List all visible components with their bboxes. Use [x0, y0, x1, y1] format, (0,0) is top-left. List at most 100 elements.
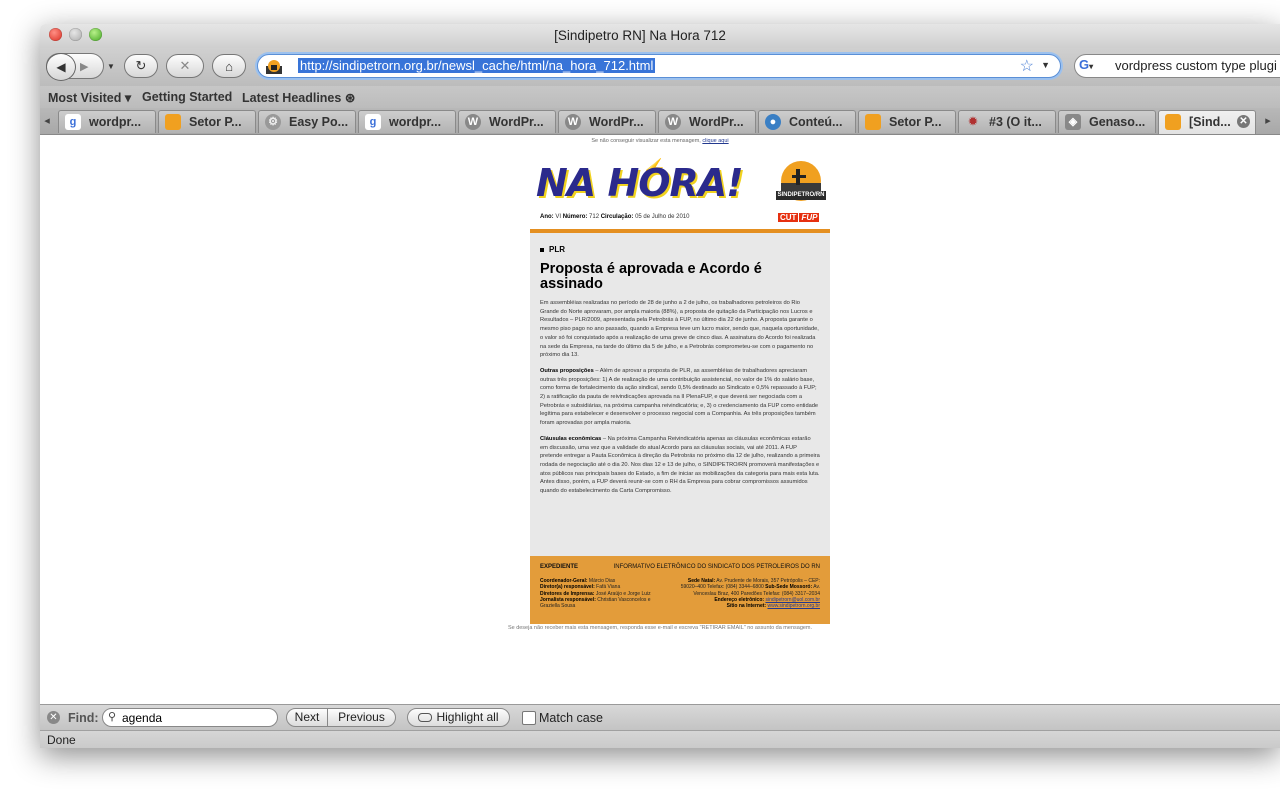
fup-logo: FUP	[799, 213, 820, 222]
view-online-link[interactable]: clique aqui	[702, 138, 728, 144]
article-paragraph-2: Outras proposições – Além de aprovar a p…	[540, 367, 820, 428]
tab-conteudo[interactable]: ● Conteú...	[758, 110, 856, 133]
unsubscribe-notice: Se deseja não receber mais esta mensagem…	[507, 625, 813, 631]
highlight-icon	[418, 713, 433, 723]
highlight-all-label: Highlight all	[436, 710, 499, 724]
tab-label: Genaso...	[1089, 115, 1146, 129]
expediente-footer: EXPEDIENTE INFORMATIVO ELETRÔNICO DO SIN…	[530, 556, 830, 624]
close-find-bar-icon[interactable]: ✕	[47, 711, 60, 724]
paragraph-3-title: Cláusulas econômicas	[540, 435, 602, 442]
bookmark-getting-started[interactable]: Getting Started	[142, 90, 232, 104]
search-input[interactable]: vordpress custom type plugi	[1115, 58, 1277, 73]
forward-button[interactable]: ▶	[80, 60, 88, 73]
search-icon: ⚲	[108, 711, 117, 723]
tab-wordpress-2[interactable]: W WordPr...	[558, 110, 656, 133]
bookmarks-toolbar: Most Visited ▾ Getting Started Latest He…	[40, 86, 1280, 108]
email-link[interactable]: sindipetrorn@uol.com.br	[765, 597, 820, 603]
tab-label: Setor P...	[889, 115, 942, 129]
expediente-subtitle: INFORMATIVO ELETRÔNICO DO SINDICATO DOS …	[613, 564, 820, 570]
find-input[interactable]: ⚲ agenda	[102, 708, 278, 727]
back-forward-group: ◀ ▶	[46, 53, 104, 81]
tab-genaso[interactable]: ◈ Genaso...	[1058, 110, 1156, 133]
title-bar: [Sindipetro RN] Na Hora 712	[40, 24, 1280, 48]
search-bar[interactable]: G▾ vordpress custom type plugi	[1074, 54, 1280, 78]
email-label: Endereço eletrônico:	[714, 596, 765, 603]
newsletter: ⚡ NA HORA! SINDIPETRO/RN CUT FUP Ano: VI …	[530, 151, 830, 624]
tab-sindipetro-active[interactable]: [Sind... ✕	[1158, 110, 1256, 134]
google-icon: g	[65, 114, 81, 130]
address-line: Sede Natal: Av. Prudente de Morais, 357 …	[670, 578, 820, 597]
status-text: Done	[47, 733, 76, 747]
staff-line: Jornalista responsável: Christian Vascon…	[540, 597, 670, 610]
google-icon[interactable]: G▾	[1079, 57, 1105, 75]
tab-wordpress-3[interactable]: W WordPr...	[658, 110, 756, 133]
sindipetro-icon	[165, 114, 181, 130]
tab-setor-p-2[interactable]: Setor P...	[858, 110, 956, 133]
tab-label: WordPr...	[489, 115, 544, 129]
site-favicon-icon	[266, 60, 282, 74]
tab-wordpress-google[interactable]: g wordpr...	[58, 110, 156, 133]
tab-label: [Sind...	[1189, 115, 1231, 129]
site-label: Sítio na Internet:	[726, 603, 767, 610]
na-hora-logo: NA HORA!	[536, 161, 744, 205]
highlight-all-button[interactable]: Highlight all	[407, 708, 510, 727]
history-dropdown-icon[interactable]: ▼	[107, 62, 115, 71]
staff-name: José Araújo e Jorge Luiz	[594, 590, 651, 597]
article-headline: Proposta é aprovada e Acordo é assinado	[540, 261, 762, 292]
wordpress-icon: W	[565, 114, 581, 130]
issue-year-label: Ano:	[540, 214, 554, 220]
site-link[interactable]: www.sindipetrorn.org.br	[767, 603, 820, 609]
url-dropdown-icon[interactable]: ▼	[1041, 60, 1050, 70]
section-label: PLR	[540, 245, 820, 254]
tab-label: WordPr...	[589, 115, 644, 129]
staff-role: Jornalista responsável:	[540, 596, 596, 603]
find-bar: ✕ Find: ⚲ agenda Next Previous Highlight…	[40, 704, 1280, 731]
sindipetro-label: SINDIPETRO/RN	[776, 191, 826, 200]
tab-scroll-right-button[interactable]: ▸	[1262, 111, 1274, 131]
page-icon: ◈	[1065, 114, 1081, 130]
find-next-button[interactable]: Next	[287, 709, 327, 726]
tab-strip: ◂ g wordpr... Setor P... ⚙ Easy Po... g …	[40, 108, 1280, 135]
bug-icon: ✹	[968, 116, 978, 128]
gear-icon: ⚙	[265, 114, 281, 130]
staff-name: Fafá Viana	[594, 584, 621, 591]
reload-button[interactable]: ↻	[124, 54, 158, 78]
tab-scroll-left-button[interactable]: ◂	[41, 111, 53, 131]
sindipetro-icon	[1165, 114, 1181, 130]
window-title: [Sindipetro RN] Na Hora 712	[554, 28, 726, 43]
find-previous-button[interactable]: Previous	[328, 709, 395, 726]
paragraph-2-text: – Além de aprovar a proposta de PLR, as …	[540, 367, 819, 427]
status-bar: Done	[40, 730, 1280, 748]
tab-easy-po[interactable]: ⚙ Easy Po...	[258, 110, 356, 133]
stop-icon: ✕	[179, 58, 191, 73]
url-bar[interactable]: http://sindipetrorn.org.br/newsl_cache/h…	[257, 54, 1061, 78]
tab-label: wordpr...	[89, 115, 142, 129]
match-case-label[interactable]: Match case	[539, 711, 603, 725]
bookmark-most-visited[interactable]: Most Visited ▾	[48, 90, 131, 105]
url-text[interactable]: http://sindipetrorn.org.br/newsl_cache/h…	[298, 58, 656, 73]
back-arrow-icon: ◀	[56, 60, 66, 74]
find-label: Find:	[68, 711, 99, 725]
tab-setor-p[interactable]: Setor P...	[158, 110, 256, 133]
home-icon: ⌂	[225, 58, 233, 74]
find-input-value[interactable]: agenda	[122, 711, 162, 725]
issue-info: Ano: VI Número: 712 Circulação: 05 de Ju…	[540, 214, 689, 220]
bookmark-star-icon[interactable]: ☆	[1020, 56, 1034, 76]
address-label: Sub-Sede Mossoró:	[765, 584, 813, 591]
find-nav-group: Next Previous	[286, 708, 396, 727]
match-case-checkbox[interactable]	[522, 711, 536, 725]
tab-wordpress-1[interactable]: W WordPr...	[458, 110, 556, 133]
tab-label: Setor P...	[189, 115, 242, 129]
tab-label: wordpr...	[389, 115, 442, 129]
home-button[interactable]: ⌂	[212, 54, 246, 78]
tab-issue-3[interactable]: ✹ #3 (O it...	[958, 110, 1056, 133]
tab-wordpress-google-2[interactable]: g wordpr...	[358, 110, 456, 133]
close-tab-icon[interactable]: ✕	[1237, 115, 1250, 128]
bookmark-latest-headlines[interactable]: Latest Headlines ⊛	[242, 90, 355, 105]
site-line: Sítio na Internet: www.sindipetrorn.org.…	[670, 603, 820, 609]
stop-button[interactable]: ✕	[166, 54, 204, 78]
back-button[interactable]: ◀	[46, 53, 76, 81]
cut-logo: CUT	[778, 213, 799, 222]
tab-label: #3 (O it...	[989, 115, 1042, 129]
page-content: Se não conseguir visualizar esta mensage…	[40, 135, 1280, 703]
